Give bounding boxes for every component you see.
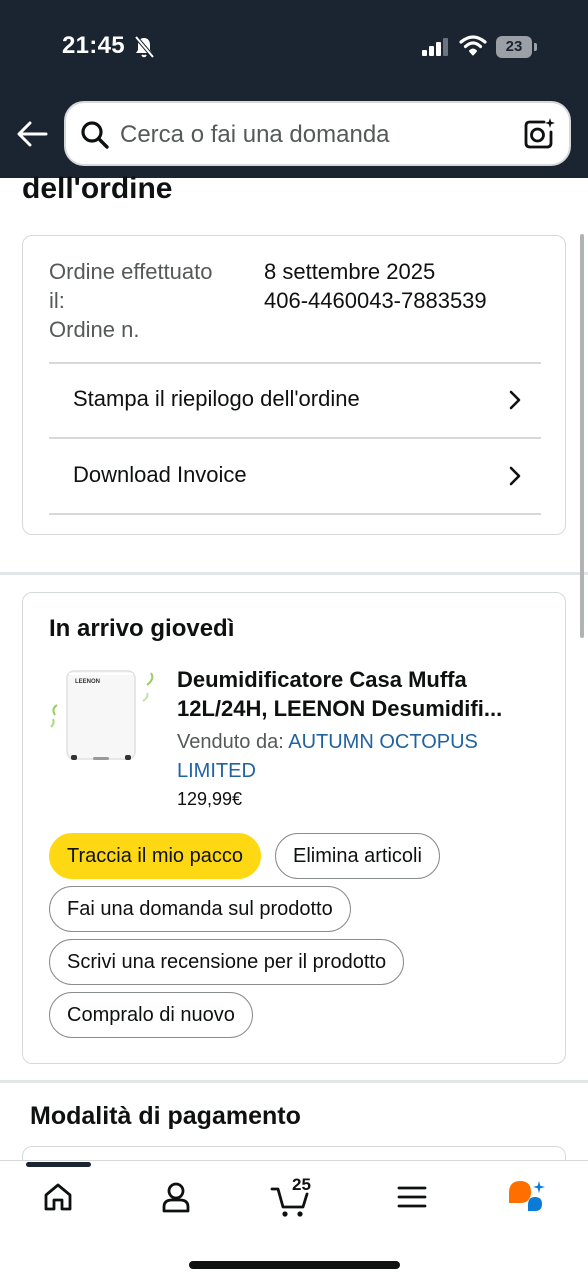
product-price: 129,99€ [177,789,243,809]
payment-section-title: Modalità di pagamento [30,1102,301,1130]
order-date-label: Ordine effettuato il: [49,259,213,313]
battery-level: 23 [496,36,532,58]
remove-items-button[interactable]: Elimina articoli [275,833,440,879]
product-image[interactable]: LEENON [47,665,157,769]
battery-icon: 23 [496,36,538,58]
chevron-right-icon [509,390,521,410]
bell-muted-icon [134,36,154,58]
page-title: dell'ordine [22,172,173,205]
print-summary-link[interactable]: Stampa il riepilogo dell'ordine [49,363,541,437]
download-invoice-link[interactable]: Download Invoice [49,439,541,513]
track-package-button[interactable]: Traccia il mio pacco [49,833,261,879]
account-icon [162,1182,190,1213]
download-invoice-label: Download Invoice [73,462,247,487]
order-date-value: 8 settembre 2025 [264,259,436,284]
status-time: 21:45 [62,32,125,59]
rufus-icon [509,1181,545,1211]
nav-home[interactable] [28,1173,88,1225]
product-logo: LEENON [75,679,100,685]
print-summary-label: Stampa il riepilogo dell'ordine [73,386,360,411]
wifi-icon [459,35,487,56]
section-separator [0,1080,588,1083]
order-number-label: Ordine n. [49,317,140,342]
home-icon [44,1183,72,1211]
active-tab-indicator [26,1162,91,1167]
cart-icon [270,1187,309,1217]
sold-by-label: Venduto da: [177,731,284,753]
nav-account[interactable] [146,1173,206,1225]
write-review-button[interactable]: Scrivi una recensione per il prodotto [49,939,405,985]
order-info-card: Ordine effettuato il: 8 settembre 2025 O… [22,235,566,535]
search-input[interactable] [120,119,510,151]
menu-icon [397,1186,427,1208]
ask-question-button[interactable]: Fai una domanda sul prodotto [49,886,351,932]
product-title[interactable]: Deumidificatore Casa Muffa 12L/24H, LEEN… [177,665,547,723]
status-bar: 21:45 23 [0,0,588,96]
back-arrow-icon[interactable] [14,116,50,152]
nav-rufus[interactable] [496,1173,556,1225]
divider [49,513,541,515]
buy-again-button[interactable]: Compralo di nuovo [49,992,253,1038]
bottom-navigation: 25 [0,1160,588,1280]
search-bar[interactable] [64,101,571,166]
top-header: 21:45 23 [0,0,588,178]
sold-by: Venduto da: AUTUMN OCTOPUS LIMITED [177,728,537,786]
signal-icon [422,38,448,56]
section-separator [0,572,588,575]
search-icon [81,121,109,149]
nav-menu[interactable] [382,1173,442,1225]
delivery-status: In arrivo giovedì [49,615,235,642]
order-number-value: 406-4460043-7883539 [264,288,487,313]
home-indicator[interactable] [189,1261,400,1269]
shipment-card: In arrivo giovedì LEENON Deumidificatore… [22,592,566,1064]
nav-cart[interactable]: 25 [264,1173,324,1225]
scrollbar[interactable] [580,234,584,638]
camera-lens-icon[interactable] [522,117,556,151]
chevron-right-icon [509,466,521,486]
